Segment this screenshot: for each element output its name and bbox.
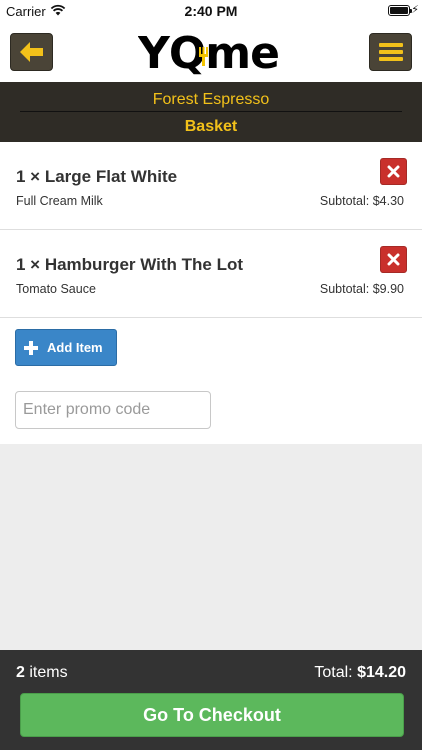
charging-icon: ⚡ <box>411 4 419 16</box>
logo-text-dark: YQ <box>138 28 205 76</box>
menu-button[interactable] <box>369 33 412 71</box>
plus-icon <box>24 340 38 355</box>
add-item-button[interactable]: Add Item <box>15 329 117 366</box>
basket-panel: 1 × Large Flat White Full Cream Milk Sub… <box>0 142 422 444</box>
status-bar: Carrier 2:40 PM ⚡ <box>0 0 422 22</box>
item-count-number: 2 <box>16 664 25 681</box>
checkout-footer: 2 items Total: $14.20 Go To Checkout <box>0 650 422 750</box>
total-value: $14.20 <box>357 664 406 681</box>
promo-code-input[interactable] <box>15 391 211 429</box>
basket-item: 1 × Large Flat White Full Cream Milk Sub… <box>0 142 422 230</box>
add-item-label: Add Item <box>47 340 103 355</box>
app-header: YQme <box>0 22 422 82</box>
svg-text:YQme: YQme <box>138 28 279 76</box>
remove-item-button[interactable] <box>380 158 407 185</box>
logo-text-accent: me <box>205 28 279 76</box>
item-count: 2 items <box>16 664 68 682</box>
store-banner: Forest Espresso Basket <box>0 82 422 142</box>
remove-item-button[interactable] <box>380 246 407 273</box>
hamburger-menu-icon <box>378 43 403 61</box>
clock: 2:40 PM <box>184 3 238 19</box>
item-subtotal: Subtotal: $4.30 <box>319 194 404 208</box>
arrow-left-icon <box>19 42 43 62</box>
item-option: Full Cream Milk <box>16 194 103 208</box>
checkout-button[interactable]: Go To Checkout <box>20 693 404 737</box>
page-title: Basket <box>184 118 238 135</box>
total-label: Total: <box>314 664 358 681</box>
item-option: Tomato Sauce <box>16 282 96 296</box>
item-title: 1 × Large Flat White <box>16 167 178 186</box>
app-logo: YQme <box>137 28 288 79</box>
item-subtotal: Subtotal: $9.90 <box>319 282 404 296</box>
order-total: Total: $14.20 <box>314 664 406 682</box>
banner-divider <box>20 111 402 112</box>
close-icon <box>387 253 400 266</box>
item-title: 1 × Hamburger With The Lot <box>16 255 244 274</box>
battery-icon <box>388 5 412 16</box>
basket-item: 1 × Hamburger With The Lot Tomato Sauce … <box>0 230 422 318</box>
item-count-suffix: items <box>24 664 68 681</box>
close-icon <box>387 165 400 178</box>
store-name: Forest Espresso <box>152 91 270 108</box>
back-button[interactable] <box>10 33 53 71</box>
